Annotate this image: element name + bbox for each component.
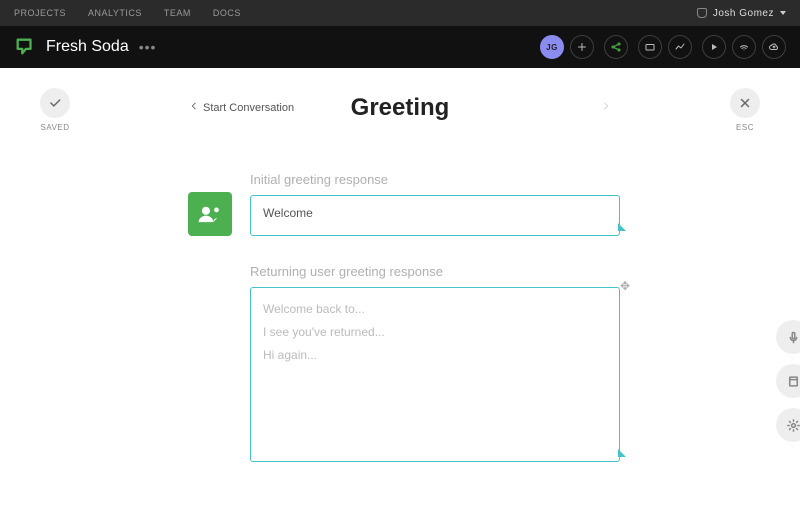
notifications-icon[interactable]	[697, 8, 707, 18]
check-icon	[48, 96, 62, 110]
returning-greeting-label: Returning user greeting response ✥	[250, 264, 620, 279]
global-nav: PROJECTS ANALYTICS TEAM DOCS Josh Gomez	[0, 0, 800, 26]
close-button[interactable]	[730, 88, 760, 118]
app-logo-icon[interactable]	[14, 36, 36, 58]
saved-button[interactable]	[40, 88, 70, 118]
conversation-nav: Start Conversation Greeting	[185, 94, 615, 122]
returning-greeting-input[interactable]	[251, 288, 619, 456]
prev-conversation-button[interactable]	[185, 95, 203, 122]
project-bar: Fresh Soda ••• JG	[0, 26, 800, 68]
initial-greeting-label: Initial greeting response	[250, 172, 620, 187]
returning-greeting-bubble: Welcome back to... I see you've returned…	[250, 287, 620, 462]
library-button[interactable]	[776, 364, 800, 398]
analytics-button[interactable]	[668, 35, 692, 59]
collaborator-avatar[interactable]: JG	[540, 35, 564, 59]
add-collaborator-button[interactable]	[570, 35, 594, 59]
folder-button[interactable]	[638, 35, 662, 59]
book-icon	[786, 374, 800, 389]
nav-team[interactable]: TEAM	[164, 8, 191, 18]
gear-icon	[786, 418, 800, 433]
chevron-down-icon[interactable]	[780, 11, 786, 15]
microphone-icon	[786, 330, 800, 345]
editor-panel: SAVED ESC Start Conversation Greeting In…	[0, 68, 800, 462]
returning-greeting-block: Returning user greeting response ✥ Welco…	[180, 264, 760, 462]
settings-button[interactable]	[776, 408, 800, 442]
next-conversation-button[interactable]	[597, 95, 615, 122]
nav-analytics[interactable]: ANALYTICS	[88, 8, 142, 18]
drag-handle-icon[interactable]: ✥	[620, 279, 630, 293]
play-button[interactable]	[702, 35, 726, 59]
share-button[interactable]	[604, 35, 628, 59]
user-name[interactable]: Josh Gomez	[713, 8, 774, 19]
saved-label: SAVED	[40, 123, 70, 132]
cloud-upload-button[interactable]	[762, 35, 786, 59]
project-name: Fresh Soda	[46, 38, 129, 56]
esc-label: ESC	[730, 123, 760, 132]
persona-icon	[188, 192, 232, 236]
voice-input-button[interactable]	[776, 320, 800, 354]
initial-greeting-block: Initial greeting response	[180, 172, 760, 236]
close-icon	[738, 96, 752, 110]
project-menu-button[interactable]: •••	[139, 39, 157, 55]
initial-greeting-input[interactable]	[251, 196, 619, 230]
initial-greeting-bubble	[250, 195, 620, 236]
nav-docs[interactable]: DOCS	[213, 8, 241, 18]
prev-conversation-label: Start Conversation	[203, 102, 294, 114]
nav-projects[interactable]: PROJECTS	[14, 8, 66, 18]
wifi-button[interactable]	[732, 35, 756, 59]
